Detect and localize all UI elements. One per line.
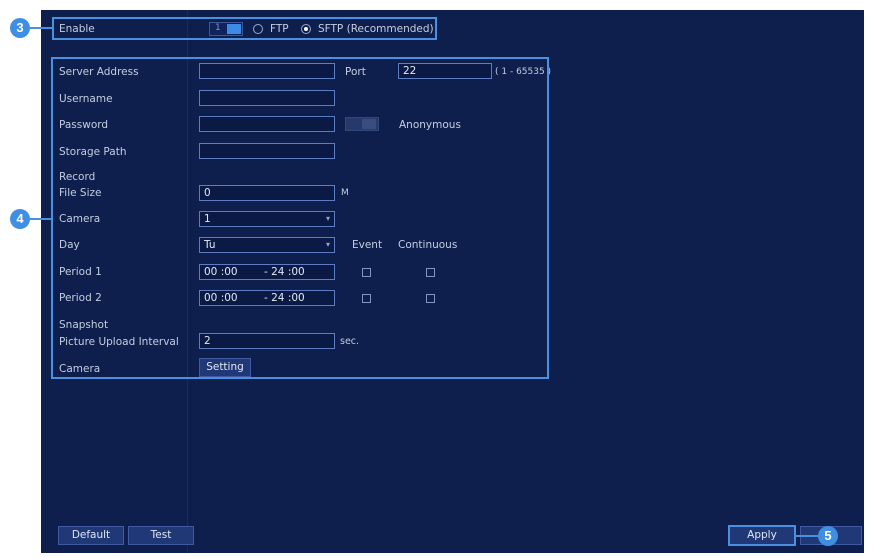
- callout-5-badge: 5: [818, 526, 838, 546]
- callout-3-line: [30, 27, 52, 29]
- test-button[interactable]: Test: [128, 526, 194, 545]
- callout-4-badge: 4: [10, 209, 30, 229]
- default-button[interactable]: Default: [58, 526, 124, 545]
- callout-3-badge: 3: [10, 18, 30, 38]
- callout-4-line: [30, 218, 51, 220]
- settings-panel-highlight: [51, 57, 549, 379]
- apply-button-highlight: [728, 525, 796, 546]
- callout-5-line: [796, 535, 818, 537]
- enable-row-highlight: [52, 17, 437, 40]
